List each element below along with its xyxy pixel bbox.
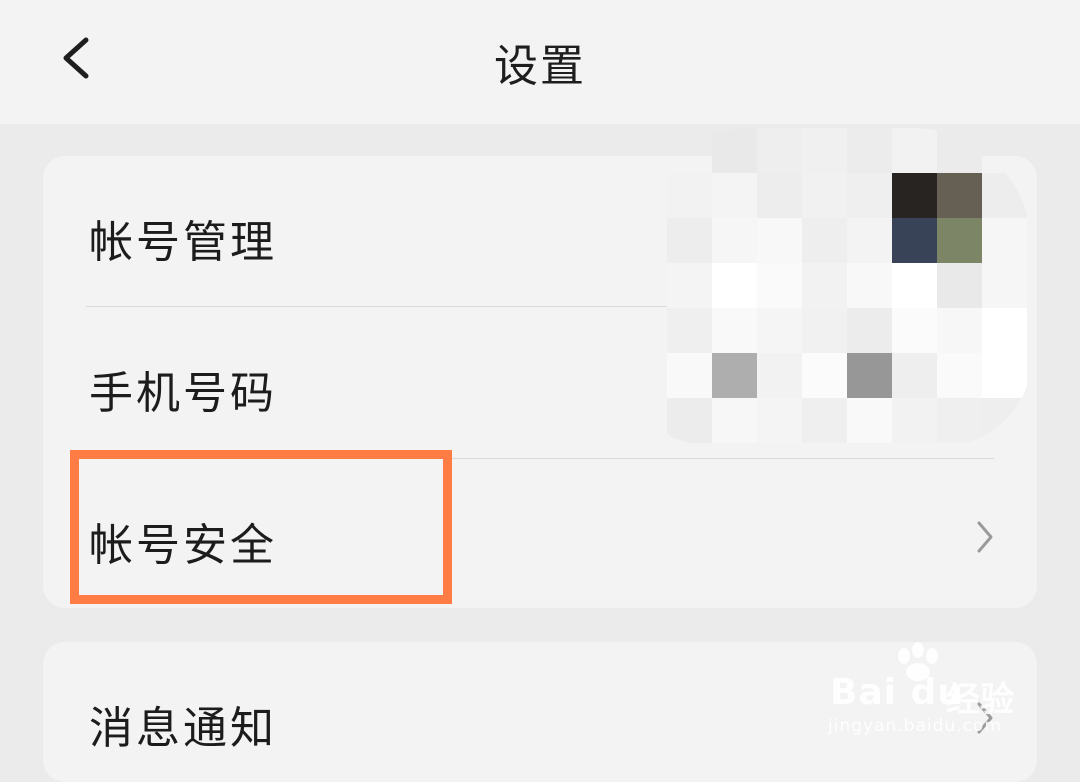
avatar-mosaic <box>622 128 1032 446</box>
row-label: 手机号码 <box>89 368 277 419</box>
watermark-url: jingyan.baidu.com <box>828 716 1002 736</box>
divider <box>700 458 994 459</box>
baidu-jingyan-watermark: Bai du 经验 jingyan.baidu.com <box>826 642 1026 742</box>
row-label: 消息通知 <box>89 703 277 754</box>
watermark-brand: Bai du <box>830 672 965 713</box>
nav-header: 设置 <box>0 0 1080 124</box>
row-label: 帐号管理 <box>89 217 277 268</box>
highlight-annotation <box>70 450 452 604</box>
chevron-right-icon <box>977 521 993 553</box>
watermark-product: 经验 <box>946 680 1014 720</box>
page-title: 设置 <box>494 41 586 92</box>
